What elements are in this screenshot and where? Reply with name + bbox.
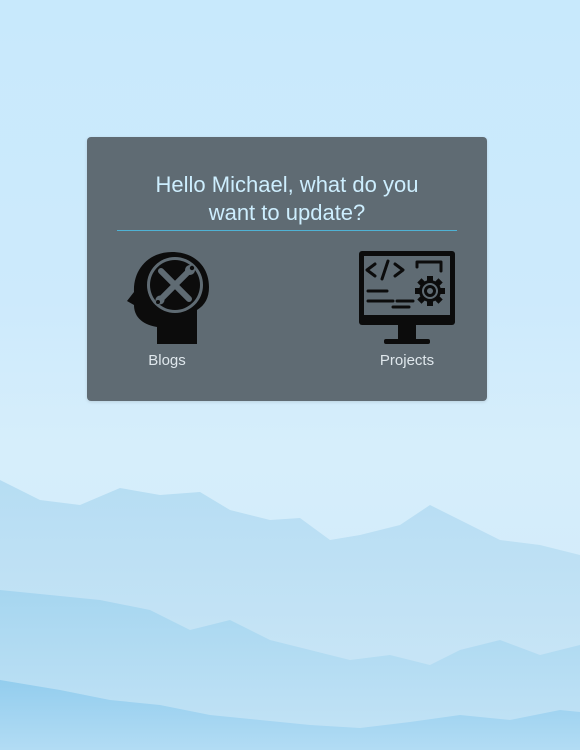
- head-tools-icon: [127, 252, 209, 344]
- greeting-title: Hello Michael, what do you want to updat…: [87, 171, 487, 227]
- blogs-option[interactable]: Blogs: [107, 247, 227, 377]
- greeting-line-2: want to update?: [208, 200, 366, 225]
- computer-code-gear-icon: [359, 251, 455, 344]
- projects-option[interactable]: Projects: [347, 247, 467, 377]
- update-selection-card: Hello Michael, what do you want to updat…: [87, 137, 487, 401]
- title-divider: [117, 230, 457, 231]
- projects-label: Projects: [379, 352, 435, 369]
- blogs-label: Blogs: [148, 352, 186, 369]
- greeting-line-1: Hello Michael, what do you: [155, 172, 419, 197]
